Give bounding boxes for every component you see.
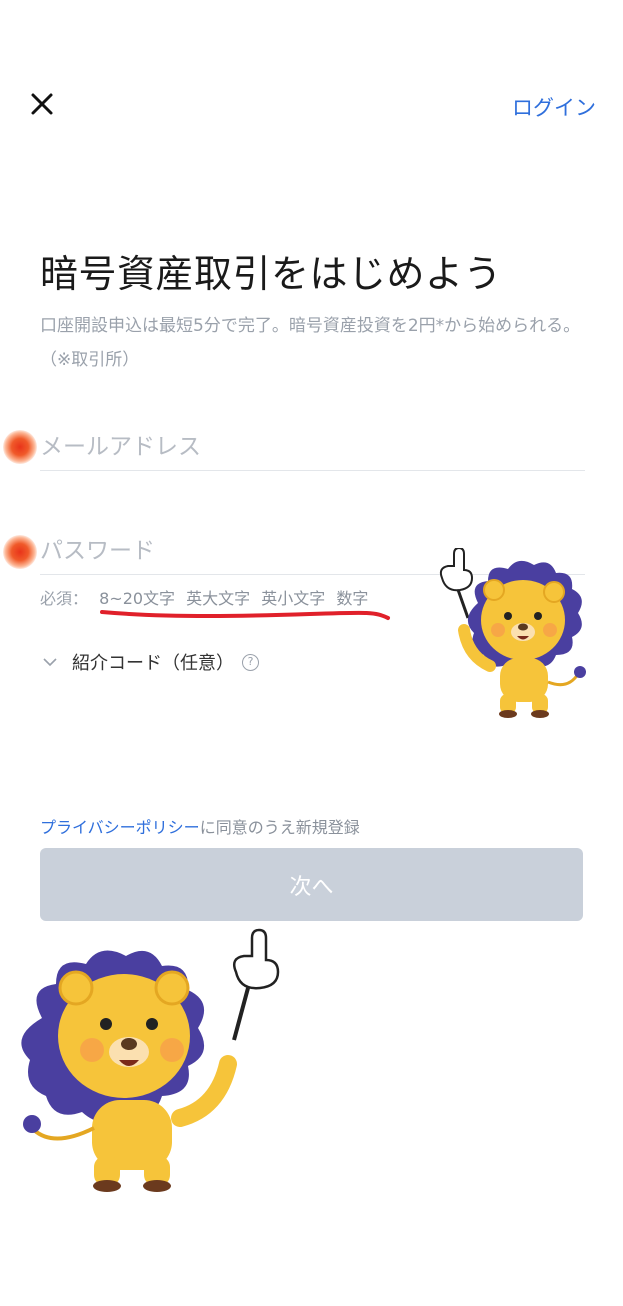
lion-mascot-small — [439, 548, 586, 718]
email-field-container — [40, 425, 585, 471]
login-link[interactable]: ログイン — [512, 92, 596, 122]
requirements-label: 必須： — [40, 589, 89, 608]
pointing-hand-icon — [439, 548, 474, 619]
referral-code-label: 紹介コード（任意） — [72, 653, 234, 674]
page-title: 暗号資産取引をはじめよう — [40, 252, 503, 296]
next-button[interactable]: 次へ — [40, 848, 583, 921]
close-icon[interactable] — [26, 88, 58, 120]
red-underline-annotation — [100, 610, 390, 620]
pointing-hand-icon — [232, 928, 280, 1041]
lion-mascot-large — [21, 928, 280, 1192]
privacy-policy-link[interactable]: プライバシーポリシー — [40, 818, 200, 837]
chevron-down-icon — [43, 658, 57, 667]
annotation-dot — [3, 535, 37, 569]
referral-code-toggle[interactable]: 紹介コード（任意） ? — [40, 648, 259, 676]
privacy-consent: プライバシーポリシーに同意のうえ新規登録 — [40, 814, 360, 838]
email-field[interactable] — [40, 425, 585, 469]
annotation-dot — [3, 430, 37, 464]
page-subtitle: 口座開設申込は最短5分で完了。暗号資産投資を2円*から始められる。（※取引所） — [40, 316, 581, 370]
consent-text: に同意のうえ新規登録 — [199, 818, 360, 837]
help-icon[interactable]: ? — [242, 653, 259, 671]
